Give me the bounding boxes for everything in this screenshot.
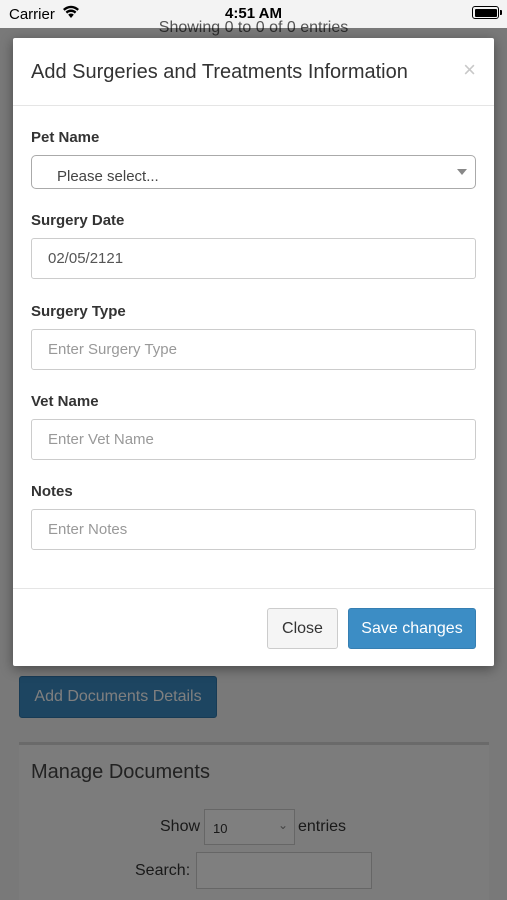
pet-name-select[interactable]: Please select...	[31, 155, 476, 189]
modal-footer: Close Save changes	[13, 588, 494, 666]
surgery-date-label: Surgery Date	[31, 212, 125, 229]
surgery-type-field[interactable]: Enter Surgery Type	[31, 329, 476, 370]
vet-name-label: Vet Name	[31, 393, 99, 410]
chevron-down-icon	[457, 169, 467, 175]
vet-name-field[interactable]: Enter Vet Name	[31, 419, 476, 460]
pet-name-value: Please select...	[57, 168, 159, 185]
close-icon[interactable]: ×	[463, 57, 476, 83]
pet-name-label: Pet Name	[31, 129, 100, 146]
battery-icon	[472, 6, 502, 19]
surgery-type-label: Surgery Type	[31, 303, 126, 320]
surgery-modal: Add Surgeries and Treatments Information…	[13, 38, 494, 666]
modal-title: Add Surgeries and Treatments Information	[31, 61, 408, 83]
notes-field[interactable]: Enter Notes	[31, 509, 476, 550]
modal-header: Add Surgeries and Treatments Information…	[13, 38, 494, 106]
close-button[interactable]: Close	[267, 608, 338, 649]
surgery-date-field[interactable]: 02/05/2121	[31, 238, 476, 279]
save-changes-button[interactable]: Save changes	[348, 608, 476, 649]
notes-label: Notes	[31, 483, 73, 500]
